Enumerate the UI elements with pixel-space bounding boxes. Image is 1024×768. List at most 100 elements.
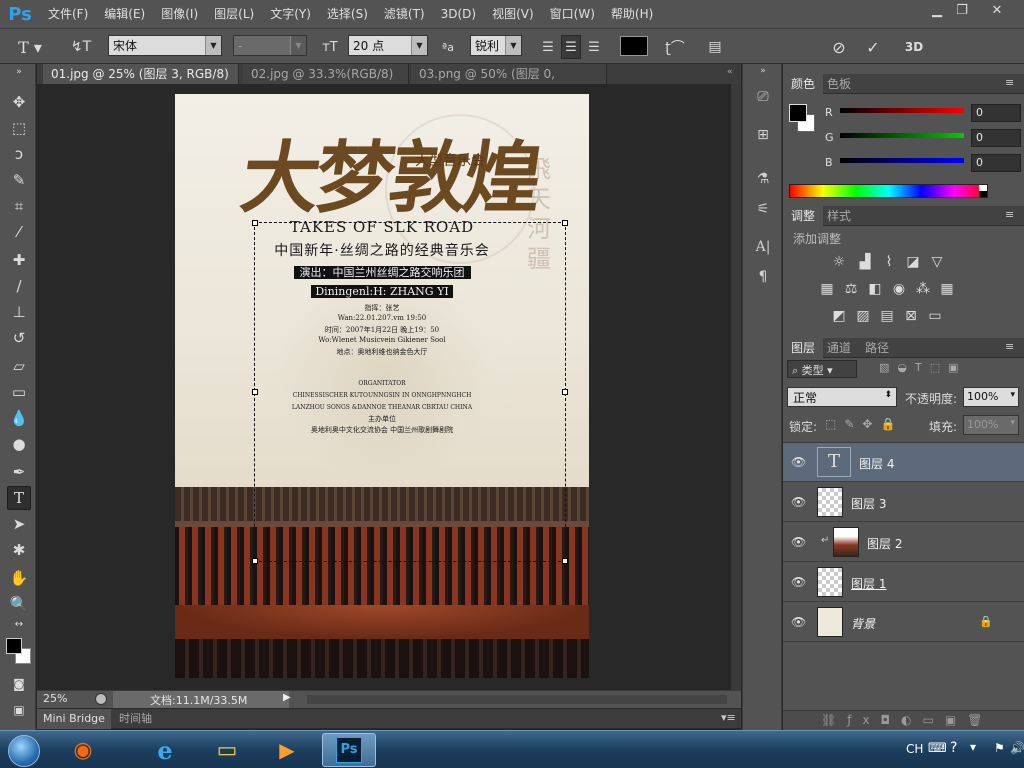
eye-icon[interactable]: 👁: [791, 495, 806, 509]
eraser-tool-icon[interactable]: ▱: [7, 354, 31, 378]
status-arrow-icon[interactable]: ▶: [283, 692, 291, 703]
quick-select-tool-icon[interactable]: ✎: [7, 168, 31, 192]
swap-colors-icon[interactable]: ↔: [7, 617, 31, 631]
clone-stamp-tool-icon[interactable]: ⊥: [7, 300, 31, 324]
tab-01-jpg[interactable]: 01.jpg @ 25% (图层 3, RGB/8) * ×: [43, 64, 239, 101]
transform-handle[interactable]: [562, 558, 568, 564]
history-panel-icon[interactable]: ⎚: [751, 86, 775, 108]
align-left-icon[interactable]: ☰: [538, 35, 558, 59]
eye-icon[interactable]: 👁: [791, 535, 806, 549]
red-slider[interactable]: [840, 108, 964, 113]
tab-timeline[interactable]: 时间轴: [119, 709, 152, 729]
pen-tool-icon[interactable]: ✒: [7, 460, 31, 484]
menu-window[interactable]: 窗口(W): [542, 0, 603, 28]
healing-brush-tool-icon[interactable]: ✚: [7, 248, 31, 272]
hand-tool-icon[interactable]: ✋: [7, 566, 31, 590]
vibrance-icon[interactable]: ▽: [927, 253, 947, 271]
character-panel-icon[interactable]: ▤: [704, 35, 726, 59]
tab-color[interactable]: 颜色: [783, 74, 824, 94]
layer-row-1[interactable]: 👁 图层 1: [783, 563, 1024, 602]
font-family-select[interactable]: 宋体 ▼: [108, 35, 222, 56]
status-menu-icon[interactable]: [95, 693, 107, 705]
fill-input[interactable]: 100% ▾: [963, 415, 1019, 435]
panel-menu-icon[interactable]: ≡: [1005, 76, 1014, 89]
eye-icon[interactable]: 👁: [791, 575, 806, 589]
panel-menu-icon[interactable]: ▾≡: [721, 711, 736, 724]
menu-3d[interactable]: 3D(D): [433, 0, 484, 28]
zoom-level[interactable]: 25%: [43, 692, 67, 705]
cancel-edit-icon[interactable]: ⊘: [828, 35, 850, 59]
black-white-icon[interactable]: ◧: [865, 280, 885, 298]
blur-tool-icon[interactable]: 💧: [7, 406, 31, 430]
3d-button[interactable]: 3D: [900, 35, 928, 59]
move-tool-icon[interactable]: ✥: [7, 90, 31, 114]
eyedropper-tool-icon[interactable]: ⁄: [7, 220, 31, 244]
layer-row-2[interactable]: 👁 ↵ 图层 2: [783, 523, 1024, 562]
crop-tool-icon[interactable]: ⌗: [7, 194, 31, 218]
green-value-input[interactable]: 0: [971, 129, 1021, 147]
text-tool-preset-icon[interactable]: T ▾: [14, 35, 46, 59]
menu-image[interactable]: 图像(I): [153, 0, 206, 28]
type-tool-icon[interactable]: T: [7, 486, 31, 510]
layer-row-4[interactable]: 👁 T 图层 4: [783, 443, 1024, 482]
curves-icon[interactable]: ⌇: [879, 253, 899, 271]
lock-option-icons[interactable]: ⬚✎✥🔒: [825, 417, 903, 431]
collapse-strip-icon[interactable]: »: [751, 66, 775, 76]
black-white-swatch[interactable]: [979, 185, 987, 197]
screen-mode-icon[interactable]: ▣: [7, 698, 31, 722]
collapse-toolbox-icon[interactable]: »: [7, 66, 31, 78]
color-balance-icon[interactable]: ⚖: [841, 280, 861, 298]
layer-row-background[interactable]: 👁 背景 🔒: [783, 603, 1024, 642]
close-window-icon[interactable]: ✕: [980, 0, 1014, 20]
document-canvas[interactable]: 飛天河疆 大梦敦煌 大型音乐会 TAKES OF SLK ROAD 中国新年·丝…: [175, 94, 589, 678]
tab-paths[interactable]: 路径: [857, 338, 897, 358]
layer-filter-select[interactable]: ⌕ 类型 ▾: [787, 360, 857, 378]
font-size-select[interactable]: 20 点 ▼: [348, 35, 428, 56]
foreground-color-swatch[interactable]: [789, 104, 807, 122]
restore-icon[interactable]: ❐: [945, 0, 979, 20]
properties-panel-icon[interactable]: ⊞: [751, 124, 775, 146]
zoom-tool-icon[interactable]: 🔍: [7, 592, 31, 616]
levels-icon[interactable]: ▟: [855, 253, 875, 271]
tab-swatches[interactable]: 色板: [819, 74, 859, 94]
red-value-input[interactable]: 0: [971, 104, 1021, 122]
taskbar-ie-icon[interactable]: e: [138, 733, 192, 767]
font-style-select[interactable]: - ▼: [233, 35, 307, 56]
flag-icon[interactable]: ⚑: [994, 741, 1005, 755]
commit-edit-icon[interactable]: ✓: [862, 35, 884, 59]
layers-bottom-toolbar[interactable]: ⛓ƒx◘◐▭▣🗑: [783, 710, 1024, 730]
marquee-tool-icon[interactable]: ⬚: [7, 116, 31, 140]
brightness-icon[interactable]: ☼: [829, 253, 849, 271]
transform-handle[interactable]: [562, 220, 568, 226]
menu-help[interactable]: 帮助(H): [603, 0, 661, 28]
lasso-tool-icon[interactable]: ↄ: [7, 142, 31, 166]
invert-icon[interactable]: ◩: [829, 307, 849, 325]
text-color-swatch[interactable]: [620, 36, 648, 56]
keyboard-icon[interactable]: ⌨: [928, 741, 947, 756]
brush-tool-icon[interactable]: ∕: [7, 274, 31, 298]
start-button[interactable]: [8, 735, 40, 767]
antialias-select[interactable]: 锐利 ▼: [470, 35, 522, 56]
dodge-tool-icon[interactable]: ●: [7, 432, 31, 456]
taskbar-photoshop-icon[interactable]: Ps: [322, 733, 376, 767]
character-panel-icon[interactable]: A|: [751, 236, 775, 258]
align-right-icon[interactable]: ☰: [584, 35, 604, 59]
panel-menu-icon[interactable]: ≡: [1005, 340, 1014, 353]
taskbar-media-player-icon[interactable]: ▶: [260, 733, 314, 767]
threshold-icon[interactable]: ▤: [877, 307, 897, 325]
history-brush-tool-icon[interactable]: ↺: [7, 326, 31, 350]
tab-adjustments[interactable]: 调整: [783, 206, 824, 226]
channel-mixer-icon[interactable]: ⁂: [913, 280, 933, 298]
menu-type[interactable]: 文字(Y): [262, 0, 319, 28]
quick-mask-icon[interactable]: ◙: [7, 672, 31, 696]
input-language-indicator[interactable]: CH: [906, 742, 923, 756]
foreground-color-swatch[interactable]: [6, 638, 22, 654]
menu-layer[interactable]: 图层(L): [206, 0, 262, 28]
toggle-text-orientation-icon[interactable]: ↯T: [70, 35, 92, 59]
menu-view[interactable]: 视图(V): [484, 0, 542, 28]
transform-handle[interactable]: [252, 558, 258, 564]
taskbar-explorer-icon[interactable]: ▭: [200, 733, 254, 767]
custom-shape-tool-icon[interactable]: ✱: [7, 538, 31, 562]
photo-filter-icon[interactable]: ◉: [889, 280, 909, 298]
brush-panel-icon[interactable]: ⚟: [751, 198, 775, 220]
